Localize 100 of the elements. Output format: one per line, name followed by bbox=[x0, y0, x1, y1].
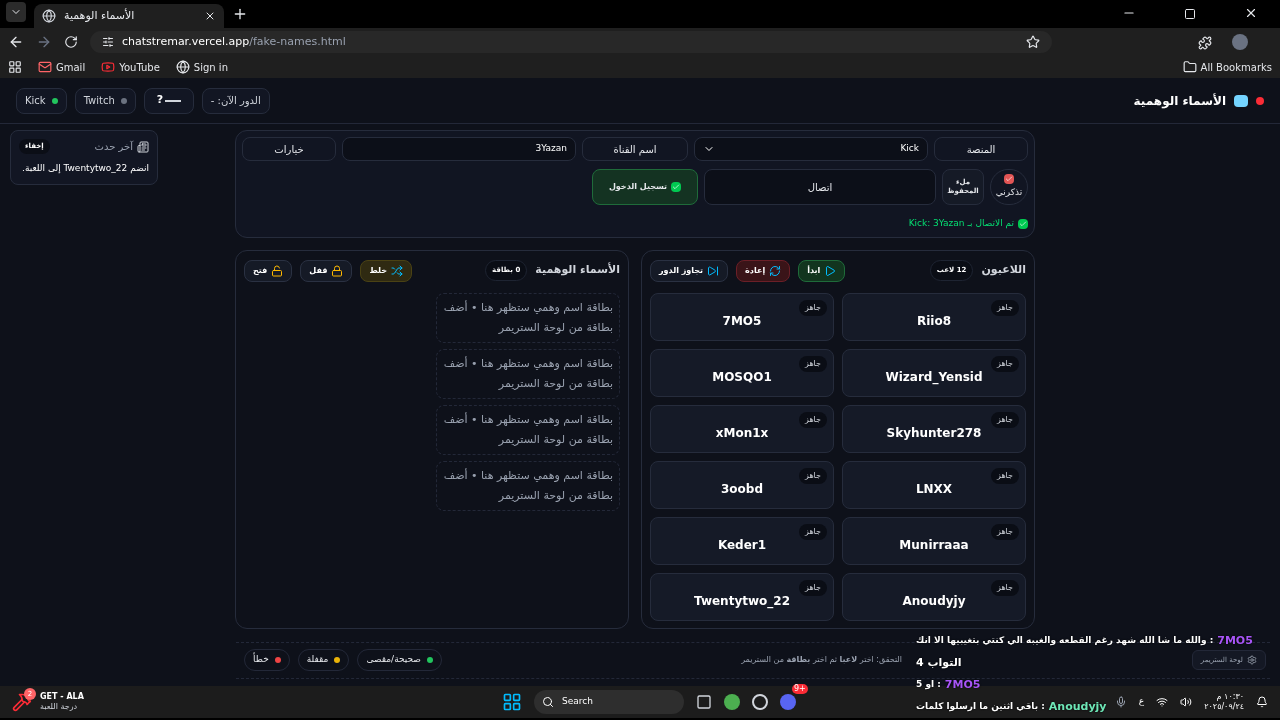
panel-button[interactable]: تجاوز الدور bbox=[650, 259, 729, 282]
player-status: جاهز bbox=[799, 523, 827, 540]
recorder-app-icon[interactable] bbox=[752, 694, 768, 710]
username: 7MO5 bbox=[944, 676, 981, 693]
player-status: جاهز bbox=[799, 299, 827, 316]
microphone-icon[interactable] bbox=[1114, 696, 1127, 708]
chat-message: : او 5 bbox=[916, 678, 941, 692]
player-name: 3oobd bbox=[720, 480, 764, 498]
empty-card-slot: بطاقة اسم وهمي ستظهر هنا • أضف بطاقة من لوحة الستريمر bbox=[436, 348, 620, 399]
tab-title: الأسماء الوهمية bbox=[64, 7, 136, 24]
turn-pill: الدور الآن: - bbox=[201, 87, 270, 114]
empty-card-slot: بطاقة اسم وهمي ستظهر هنا • أضف بطاقة من لوحة الستريمر bbox=[436, 292, 620, 343]
extensions-icon[interactable] bbox=[1198, 36, 1212, 50]
address-bar[interactable]: chatstremar.vercel.app/fake-names.html bbox=[90, 31, 1052, 53]
checkmark-icon bbox=[671, 182, 682, 192]
player-status: جاهز bbox=[991, 411, 1019, 428]
player-status: جاهز bbox=[991, 299, 1019, 316]
player-name: Riio8 bbox=[915, 312, 953, 330]
taskbar-search[interactable]: Search bbox=[534, 690, 684, 714]
chat-message: : والله ما شا الله شهد رغم القطعه والغيبه الي كنتي بتغيبيها الا انك bbox=[916, 634, 1214, 648]
channel-input[interactable]: 3Yazan bbox=[342, 137, 576, 161]
help-button[interactable]: ? bbox=[143, 87, 194, 114]
event-text: انضم Twentytwo_22 إلى اللعبة. bbox=[21, 162, 149, 176]
dash-icon bbox=[164, 99, 181, 102]
settings-icon bbox=[1247, 655, 1257, 665]
lock-icon bbox=[331, 264, 344, 277]
player-name: Skyhunter278 bbox=[885, 424, 983, 442]
apps-icon[interactable] bbox=[8, 60, 22, 74]
play-icon bbox=[824, 264, 837, 277]
browser-app-icon[interactable] bbox=[724, 694, 740, 710]
connection-status: تم الاتصال بـ Kick: 3Yazan bbox=[908, 217, 1014, 231]
new-tab-icon[interactable] bbox=[232, 6, 248, 22]
widget-title: GET - ALA bbox=[40, 692, 84, 702]
chat-message: : باقي اثنين ما ارسلوا كلمات bbox=[916, 700, 1045, 714]
mail-icon bbox=[38, 60, 52, 74]
all-bookmarks-link[interactable]: All Bookmarks bbox=[1200, 59, 1272, 75]
restore-icon[interactable] bbox=[1184, 8, 1196, 20]
player-name: Munirraaa bbox=[898, 536, 970, 554]
skip-icon bbox=[707, 264, 720, 277]
language-indicator[interactable]: ع bbox=[1138, 695, 1145, 709]
clock-date: ٢٠٢٥/٠٩/٢٤ bbox=[1204, 702, 1244, 712]
start-icon[interactable] bbox=[502, 692, 522, 712]
task-view-icon[interactable] bbox=[696, 694, 712, 710]
panel-button[interactable]: إعادة bbox=[736, 259, 791, 282]
close-window-icon[interactable] bbox=[1244, 6, 1258, 20]
tab-list-button[interactable] bbox=[6, 2, 26, 22]
platform-pill: Kick bbox=[16, 87, 67, 114]
player-name: Anoudyjy bbox=[901, 592, 967, 610]
checkmark-icon bbox=[1018, 218, 1028, 229]
notification-icon[interactable] bbox=[1256, 696, 1268, 708]
username: 7MO5 bbox=[1217, 632, 1253, 649]
panel-button[interactable]: قفل bbox=[300, 259, 353, 282]
bookmark-link[interactable]: Sign in bbox=[175, 59, 228, 75]
player-status: جاهز bbox=[991, 579, 1019, 596]
panel-button[interactable]: خلط bbox=[360, 259, 413, 282]
platform-label: المنصة bbox=[934, 137, 1028, 161]
close-icon[interactable] bbox=[204, 10, 216, 22]
options-button[interactable]: خيارات bbox=[242, 137, 336, 161]
search-icon bbox=[542, 696, 554, 708]
bookmark-link[interactable]: YouTube bbox=[101, 59, 160, 75]
panel-button[interactable]: ابدأ bbox=[798, 259, 846, 282]
profile-avatar[interactable] bbox=[1232, 34, 1248, 50]
chat-app-icon[interactable] bbox=[780, 694, 796, 710]
player-status: جاهز bbox=[991, 467, 1019, 484]
bookmark-link[interactable]: Gmail bbox=[38, 59, 86, 75]
shuffle-icon bbox=[391, 264, 404, 277]
player-name: MOSQO1 bbox=[711, 368, 773, 386]
page-title: الأسماء الوهمية bbox=[1133, 92, 1226, 110]
connect-button[interactable]: اتصال bbox=[704, 169, 936, 205]
platform-pill: Twitch bbox=[74, 87, 136, 114]
player-name: LNXX bbox=[914, 480, 954, 498]
volume-icon[interactable] bbox=[1180, 696, 1193, 708]
globe-icon bbox=[175, 60, 190, 74]
empty-card-slot: بطاقة اسم وهمي ستظهر هنا • أضف بطاقة من لوحة الستريمر bbox=[436, 460, 620, 511]
player-name: Twentytwo_22 bbox=[693, 592, 791, 610]
news-icon bbox=[137, 140, 149, 153]
check-icon bbox=[1005, 175, 1013, 184]
player-status: جاهز bbox=[991, 355, 1019, 372]
notification-badge: 9+ bbox=[792, 684, 808, 694]
panel-title: الأسماء الوهمية bbox=[535, 262, 620, 279]
reload-icon[interactable] bbox=[64, 35, 78, 49]
panel-button[interactable]: فتح bbox=[244, 259, 293, 282]
player-status: جاهز bbox=[799, 579, 827, 596]
url-path: /fake-names.html bbox=[249, 33, 346, 50]
forward-icon[interactable] bbox=[36, 34, 52, 50]
browser-tab[interactable]: الأسماء الوهمية bbox=[34, 4, 224, 28]
globe-icon bbox=[42, 9, 56, 23]
player-status: جاهز bbox=[799, 355, 827, 372]
network-icon[interactable] bbox=[1156, 696, 1169, 708]
unlock-icon bbox=[271, 264, 284, 277]
player-name: 7MO5 bbox=[721, 312, 763, 330]
back-icon[interactable] bbox=[8, 34, 24, 50]
hint-text: التحقق: اختر لاعبا ثم اختر بطاقة من الستريمر bbox=[741, 654, 902, 666]
checkbox[interactable] bbox=[1004, 174, 1014, 185]
chat-message: التواب 4 bbox=[916, 654, 962, 671]
bookmark-star-icon[interactable] bbox=[1026, 35, 1040, 49]
player-name: Wizard_Yensid bbox=[884, 368, 984, 386]
login-button[interactable]: تسجيل الدخول bbox=[592, 169, 698, 205]
platform-select[interactable]: Kick bbox=[694, 137, 928, 161]
empty-card-slot: بطاقة اسم وهمي ستظهر هنا • أضف بطاقة من لوحة الستريمر bbox=[436, 404, 620, 455]
